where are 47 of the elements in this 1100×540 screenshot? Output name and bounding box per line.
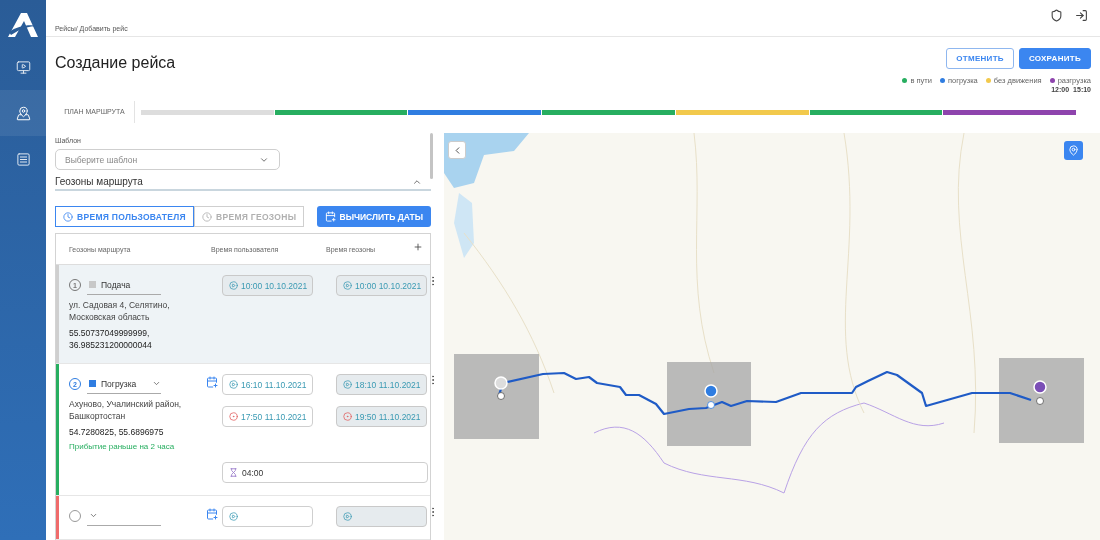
time-mode-tab[interactable]: ВРЕМЯ ГЕОЗОНЫ [194,206,305,227]
address-text: ул. Садовая 4, Селятино, Московская область [69,299,171,323]
stop-icon [229,412,238,421]
cancel-button[interactable]: ОТМЕНИТЬ [946,47,1014,69]
logout-icon[interactable] [1075,8,1088,22]
sidebar-item[interactable] [0,90,46,136]
time-field[interactable]: 16:10 11.10.2021 [222,374,313,395]
play-icon [343,281,352,290]
template-select[interactable]: Выберите шаблон [55,149,280,171]
play-icon [229,512,238,521]
play-icon [229,380,238,389]
hourglass-icon [229,468,238,477]
collapse-button[interactable] [448,141,466,159]
scrollbar-thumb[interactable] [430,133,433,179]
stop-icon [343,412,352,421]
calendar-plus-icon [206,376,218,388]
monitor-icon [15,59,31,75]
play-icon [343,380,352,389]
save-button[interactable]: СОХРАНИТЬ [1018,47,1091,69]
type-select[interactable]: Погрузка [87,374,161,394]
clock-icon [63,211,73,222]
map-pin-button[interactable] [1064,141,1083,160]
logo-icon [7,12,39,38]
compute-dates-button[interactable]: ВЫЧИСЛИТЬ ДАТЫ [316,206,431,227]
type-select[interactable]: Подача [87,275,161,295]
play-icon [343,512,352,521]
arrival-note: Прибытие раньше на 2 часа [69,442,176,451]
map-pin-icon [1068,145,1079,156]
play-icon [229,281,238,290]
time-mode-tab[interactable]: ВРЕМЯ ПОЛЬЗОВАТЕЛЯ [55,206,194,227]
time-field[interactable]: 17:50 11.10.2021 [222,406,313,427]
page-title: Создание рейса [55,54,176,72]
chevron-down-icon [152,379,161,388]
duration-field[interactable]: 04:00 [222,462,428,483]
clock-icon [202,211,212,222]
plus-icon [413,242,423,252]
coordinates-text: 55.50737049999999, 36.985231200000044 [69,327,153,351]
coordinates-text: 54.7280825, 55.6896975 [69,426,165,438]
chevron-down-icon [89,511,98,520]
list-icon [15,151,31,167]
address-text: Ахуново, Учалинский район, Башкортостан [69,398,183,422]
time-field[interactable] [222,506,313,527]
calendar-plus-icon [324,211,336,222]
shield-icon[interactable] [1050,8,1063,22]
map-pin-icon [15,105,31,121]
geozones-section-header[interactable]: Геозоны маршрута [55,174,431,191]
calendar-plus-icon [206,508,218,520]
